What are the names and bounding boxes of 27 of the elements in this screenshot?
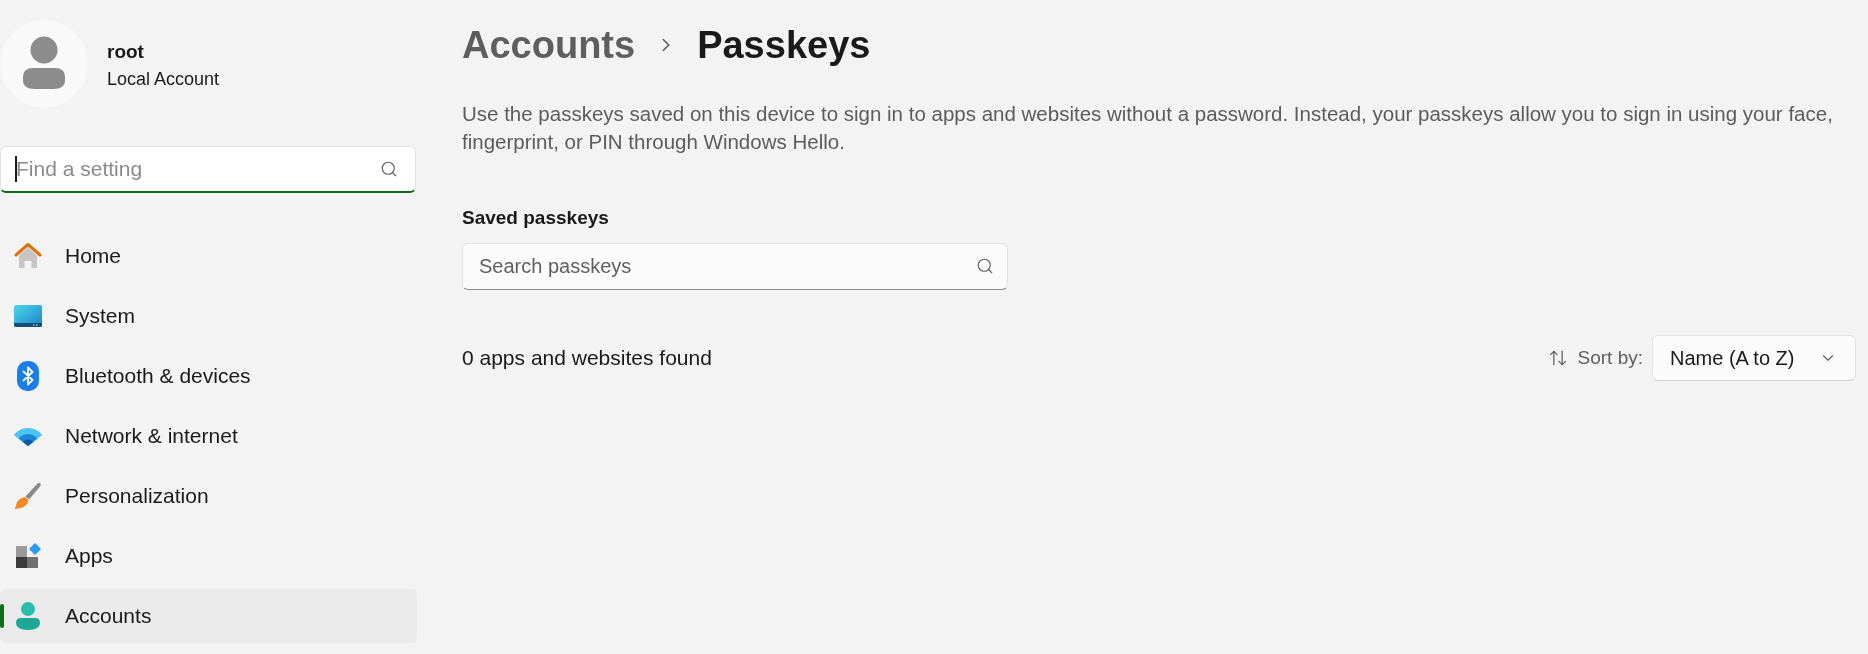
person-icon	[13, 601, 43, 631]
search-icon	[380, 160, 398, 178]
nav-item[interactable]: System	[0, 289, 417, 343]
page-title: Passkeys	[697, 23, 871, 68]
nav-item[interactable]: Bluetooth & devices	[0, 349, 417, 403]
selection-indicator	[0, 604, 4, 628]
results-count: 0 apps and websites found	[462, 346, 712, 370]
nav-item[interactable]: Network & internet	[0, 409, 417, 463]
settings-search-field[interactable]: Find a setting	[0, 146, 416, 193]
paintbrush-icon	[13, 481, 43, 511]
page-description: Use the passkeys saved on this device to sign in to apps and websites without a password. Instead, your passkeys allow you to sign in using your face, fingerprint, or PIN through Windows Hello.	[462, 101, 1834, 155]
nav-item[interactable]: Accounts	[0, 589, 417, 643]
nav-item[interactable]: Home	[0, 229, 417, 283]
sort-icon	[1547, 348, 1568, 368]
section-heading: Saved passkeys	[462, 206, 610, 230]
breadcrumb-link[interactable]: Accounts	[462, 17, 636, 73]
sort-label: Sort by:	[1577, 347, 1643, 369]
search-icon	[976, 257, 994, 275]
nav-item[interactable]: Personalization	[0, 469, 417, 523]
tiles-icon	[13, 541, 43, 571]
user-name: root	[107, 40, 145, 64]
passkey-search-field[interactable]: Search passkeys	[462, 243, 1008, 290]
text-cursor-icon	[15, 156, 17, 182]
home-icon	[13, 241, 43, 271]
sort-dropdown[interactable]: Name (A to Z)	[1652, 335, 1856, 381]
nav-item[interactable]: Apps	[0, 529, 417, 583]
account-type: Local Account	[107, 68, 220, 90]
